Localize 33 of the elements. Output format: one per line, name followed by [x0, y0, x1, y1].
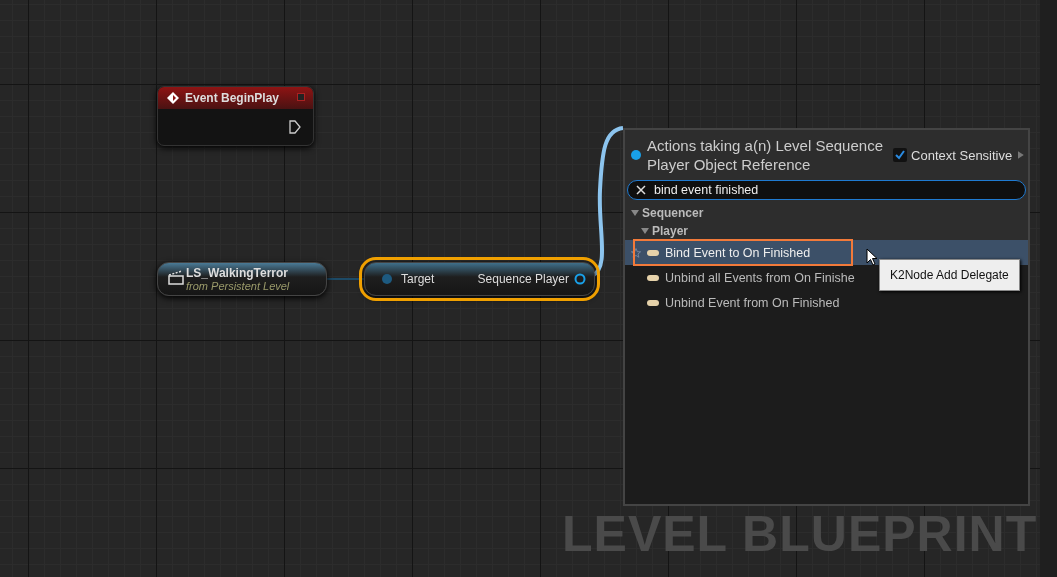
actor-node[interactable]: LS_WalkingTerror from Persistent Level: [157, 262, 327, 296]
clapperboard-icon: [168, 270, 184, 285]
pin-label: Sequence Player: [477, 272, 569, 286]
delegate-pin-icon: [647, 249, 659, 256]
delegate-pin-icon: [647, 274, 659, 281]
search-field[interactable]: bind event finished: [627, 180, 1026, 200]
mouse-cursor-icon: [866, 248, 879, 267]
node-subtitle: from Persistent Level: [186, 279, 291, 293]
object-pin-icon: [631, 150, 641, 160]
clear-icon[interactable]: [636, 185, 646, 195]
star-icon[interactable]: [631, 247, 641, 258]
input-pin-icon[interactable]: [381, 273, 393, 285]
diamond-icon: [166, 91, 180, 105]
pin-label: Target: [401, 272, 436, 286]
expand-arrow-icon[interactable]: [1018, 151, 1024, 159]
collapse-arrow-icon: [641, 228, 649, 234]
action-item[interactable]: Bind Event to On Finished: [625, 240, 1028, 265]
action-item[interactable]: Unbind all Events from On Finishe: [625, 265, 858, 290]
output-pin-icon[interactable]: [574, 273, 586, 285]
tree-category[interactable]: Sequencer: [625, 204, 1028, 222]
event-node[interactable]: Event BeginPlay: [157, 86, 314, 146]
menu-title: Actions taking a(n) Level Sequence Player Object Reference: [647, 136, 884, 174]
node-title: LS_WalkingTerror: [186, 265, 290, 280]
context-sensitive-checkbox[interactable]: Context Sensitive: [893, 147, 1013, 163]
delegate-pin-icon: [647, 299, 659, 306]
delegate-pin-icon[interactable]: [297, 93, 305, 101]
tooltip: K2Node Add Delegate: [879, 259, 1020, 291]
action-item[interactable]: Unbind Event from On Finished: [625, 290, 843, 315]
collapse-arrow-icon: [631, 210, 639, 216]
checkmark-icon: [894, 149, 907, 161]
tree-category[interactable]: Player: [625, 222, 1028, 240]
exec-pin-icon[interactable]: [289, 120, 301, 134]
node-title: Event BeginPlay: [185, 91, 280, 105]
